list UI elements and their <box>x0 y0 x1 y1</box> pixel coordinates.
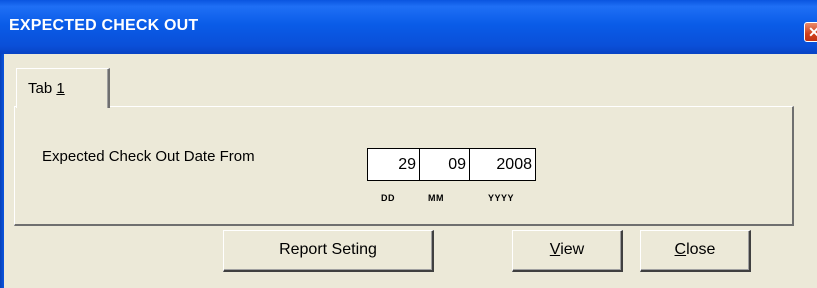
tab-1-label: Tab 1 <box>28 80 65 97</box>
month-field[interactable]: 09 <box>419 148 470 181</box>
month-format-hint: MM <box>428 193 444 203</box>
tab-1-mnemonic: 1 <box>56 80 65 97</box>
title-bar[interactable]: EXPECTED CHECK OUT ✕ <box>0 0 817 54</box>
report-setting-button[interactable]: Report Seting <box>223 230 434 272</box>
window-title: EXPECTED CHECK OUT <box>9 17 199 34</box>
day-format-hint: DD <box>381 193 395 203</box>
window-frame-left <box>0 54 4 288</box>
expected-check-out-window: EXPECTED CHECK OUT ✕ Tab 1 Expected Chec… <box>0 0 817 288</box>
year-format-hint: YYYY <box>488 193 515 203</box>
view-mnemonic: V <box>549 241 561 258</box>
close-button[interactable]: Close <box>640 230 751 272</box>
view-button[interactable]: View <box>512 230 623 272</box>
close-icon[interactable]: ✕ <box>804 22 817 42</box>
expected-check-out-date-label: Expected Check Out Date From <box>42 148 255 165</box>
tab-1[interactable]: Tab 1 <box>16 68 110 108</box>
year-field[interactable]: 2008 <box>469 148 536 181</box>
day-field[interactable]: 29 <box>367 148 420 181</box>
close-mnemonic: C <box>674 241 687 258</box>
